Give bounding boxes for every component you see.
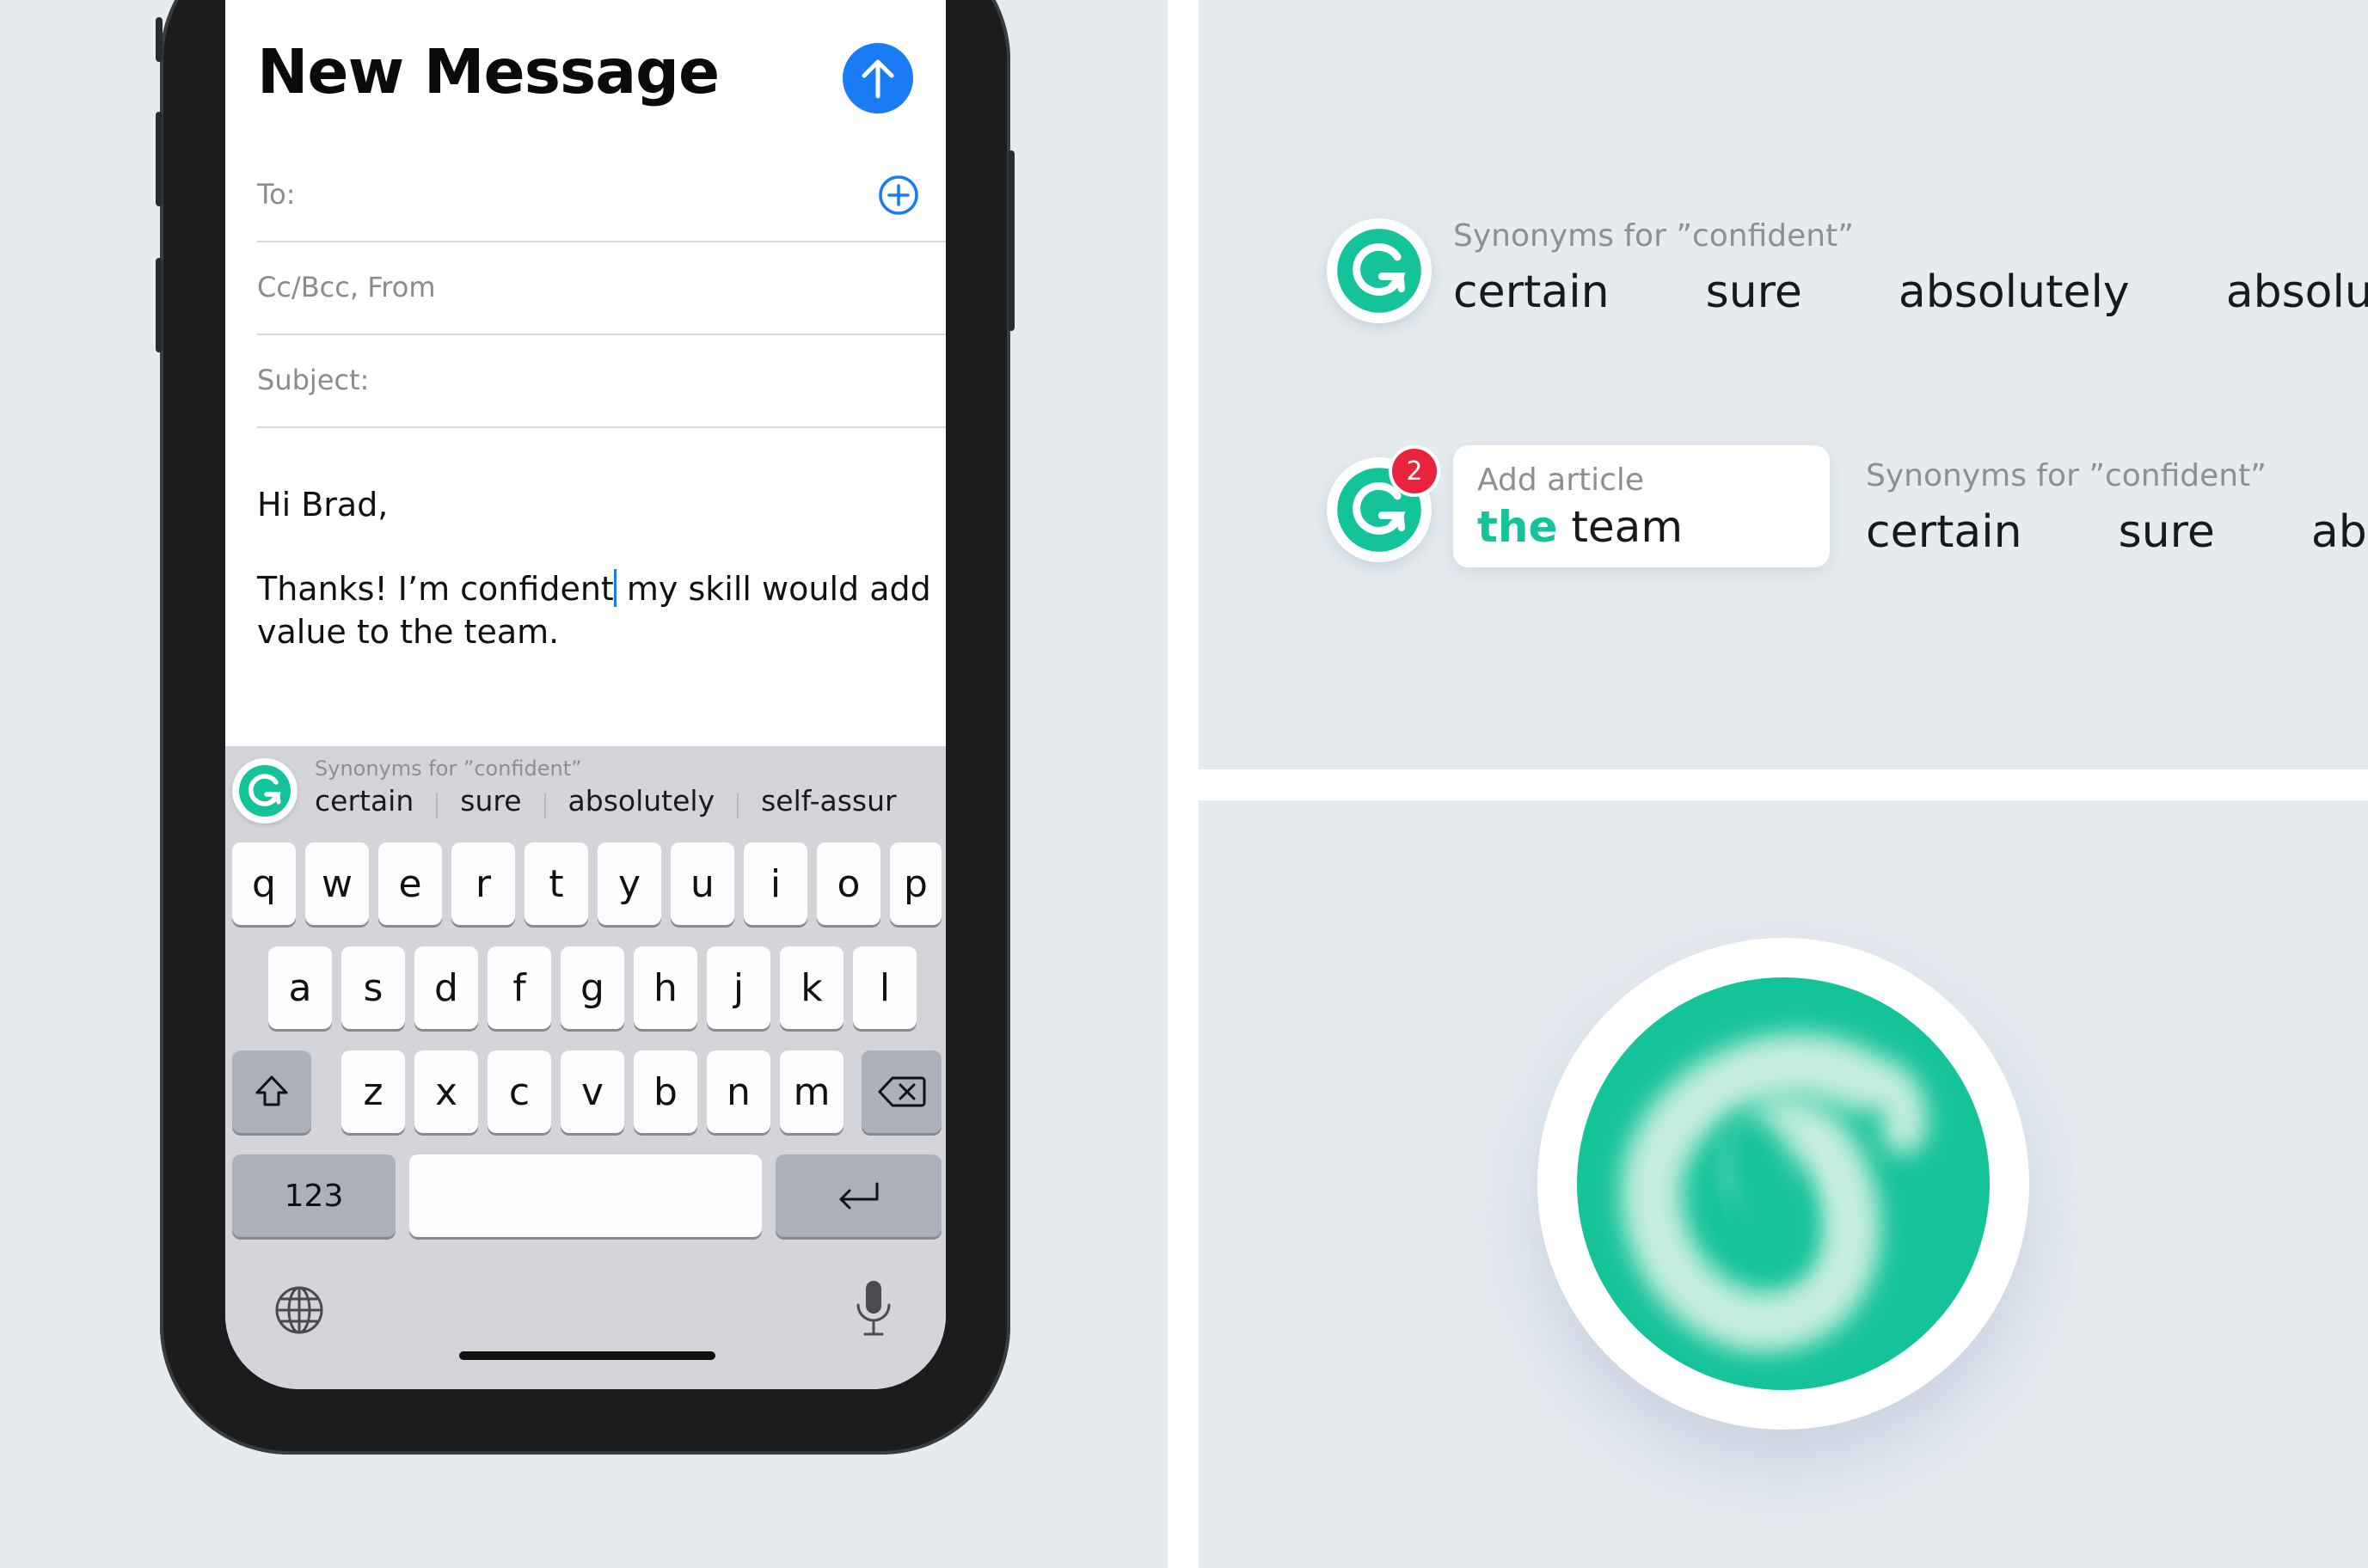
synonym-word[interactable]: certain — [1453, 266, 1658, 318]
key-q[interactable]: q — [232, 842, 296, 925]
synonym-word[interactable]: certain — [1866, 506, 2070, 558]
key-v[interactable]: v — [561, 1050, 624, 1133]
logo-ring — [1537, 938, 2029, 1430]
grammarly-logo-icon — [239, 765, 291, 817]
key-p[interactable]: p — [890, 842, 942, 925]
volume-down-button — [156, 258, 163, 352]
key-i[interactable]: i — [744, 842, 807, 925]
synonyms-list: certain sure ab — [1866, 506, 2368, 558]
synonym-word[interactable]: sure — [1658, 266, 1850, 318]
key-h[interactable]: h — [634, 946, 697, 1029]
subject-label: Subject: — [257, 364, 370, 396]
suggestion-word[interactable]: certain — [315, 784, 436, 818]
microphone-icon[interactable] — [853, 1277, 894, 1339]
key-t[interactable]: t — [525, 842, 588, 925]
return-icon — [839, 1182, 878, 1210]
subject-field[interactable]: Subject: — [257, 334, 946, 428]
ccbcc-field[interactable]: Cc/Bcc, From — [257, 241, 946, 335]
synonyms-panel — [1199, 0, 2368, 769]
ccbcc-label: Cc/Bcc, From — [257, 271, 436, 303]
shift-icon — [255, 1075, 288, 1106]
synonym-word[interactable]: sure — [2070, 506, 2263, 558]
send-button[interactable] — [843, 43, 913, 113]
suggestion-card[interactable]: Add article the team — [1453, 445, 1830, 567]
key-f[interactable]: f — [488, 946, 551, 1029]
key-a[interactable]: a — [268, 946, 332, 1029]
return-key[interactable] — [776, 1155, 942, 1237]
home-indicator — [459, 1351, 715, 1360]
key-k[interactable]: k — [780, 946, 844, 1029]
body-text-before-caret: Thanks! I’m confident — [257, 570, 614, 608]
key-o[interactable]: o — [817, 842, 880, 925]
body-text-after-caret: my skill would add — [616, 570, 931, 608]
delete-key[interactable] — [862, 1050, 942, 1133]
to-field[interactable]: To: — [257, 148, 946, 242]
message-body-line1[interactable]: Thanks! I’m confident my skill would add — [257, 567, 931, 610]
key-s[interactable]: s — [341, 946, 405, 1029]
grammarly-button[interactable] — [232, 758, 298, 824]
message-body-line2[interactable]: value to the team. — [257, 610, 559, 653]
key-x[interactable]: x — [414, 1050, 478, 1133]
notification-badge: 2 — [1389, 445, 1440, 497]
space-key[interactable] — [409, 1155, 762, 1237]
key-w[interactable]: w — [305, 842, 369, 925]
suggestion-list: certain sure absolutely self-assur — [315, 784, 919, 818]
key-z[interactable]: z — [341, 1050, 405, 1133]
left-panel: New Message To: Cc/Bcc, From Subject: Hi… — [0, 0, 1168, 1568]
side-button — [156, 17, 163, 62]
synonyms-list: certain sure absolutely absolut — [1453, 266, 2368, 318]
key-y[interactable]: y — [598, 842, 661, 925]
key-d[interactable]: d — [414, 946, 478, 1029]
suggestion-word[interactable]: self-assur — [739, 784, 918, 818]
key-r[interactable]: r — [451, 842, 515, 925]
synonyms-header: Synonyms for ”confident” — [1866, 458, 2267, 493]
card-header: Add article — [1477, 462, 1645, 498]
card-suggestion: the team — [1477, 502, 1683, 552]
message-greeting[interactable]: Hi Brad, — [257, 483, 388, 526]
backspace-icon — [878, 1076, 925, 1107]
volume-up-button — [156, 112, 163, 206]
synonym-word[interactable]: ab — [2263, 506, 2368, 558]
highlighted-word: the — [1477, 502, 1558, 552]
phone-screen: New Message To: Cc/Bcc, From Subject: Hi… — [225, 0, 946, 1389]
suggestion-word[interactable]: sure — [438, 784, 543, 818]
numbers-key[interactable]: 123 — [232, 1155, 396, 1237]
key-j[interactable]: j — [707, 946, 770, 1029]
key-g[interactable]: g — [561, 946, 624, 1029]
key-b[interactable]: b — [634, 1050, 697, 1133]
card-rest-text: team — [1557, 502, 1684, 552]
plus-circle-icon[interactable] — [877, 174, 920, 217]
logo-core — [1577, 977, 1990, 1390]
synonym-word[interactable]: absolutely — [1850, 266, 2178, 318]
grammarly-logo-icon — [1621, 1033, 1927, 1352]
key-u[interactable]: u — [671, 842, 734, 925]
synonyms-header: Synonyms for ”confident” — [1453, 218, 1854, 254]
key-c[interactable]: c — [488, 1050, 551, 1133]
key-m[interactable]: m — [780, 1050, 844, 1133]
suggestion-bar: Synonyms for ”confident” certain sure ab… — [225, 746, 946, 832]
globe-icon[interactable] — [273, 1283, 326, 1337]
grammarly-logo-icon — [1337, 229, 1421, 313]
key-n[interactable]: n — [707, 1050, 770, 1133]
arrow-up-icon — [862, 59, 894, 99]
keyboard: Synonyms for ”confident” certain sure ab… — [225, 746, 946, 1389]
suggestion-word[interactable]: absolutely — [546, 784, 738, 818]
synonym-word[interactable]: absolut — [2178, 266, 2368, 318]
power-button — [1008, 150, 1015, 331]
to-label: To: — [257, 178, 296, 211]
key-e[interactable]: e — [378, 842, 442, 925]
key-l[interactable]: l — [853, 946, 917, 1029]
shift-key[interactable] — [232, 1050, 311, 1133]
grammarly-button[interactable] — [1327, 218, 1432, 323]
suggestion-header: Synonyms for ”confident” — [315, 756, 582, 781]
page-title: New Message — [257, 36, 720, 107]
